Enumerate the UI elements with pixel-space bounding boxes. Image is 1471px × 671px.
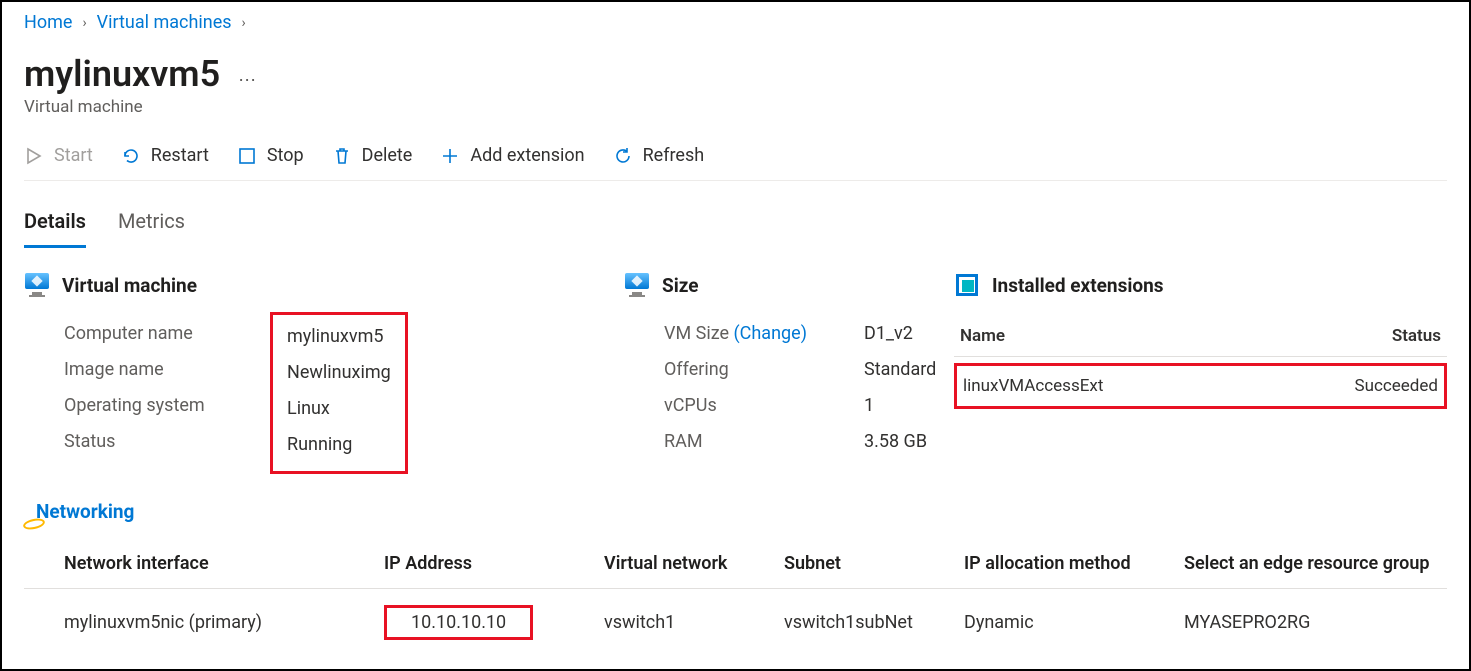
- net-vnet-value: vswitch1: [604, 612, 784, 633]
- net-subnet-value: vswitch1subNet: [784, 612, 964, 633]
- label-status: Status: [64, 424, 284, 460]
- restart-icon: [121, 146, 141, 166]
- net-col-nic: Network interface: [24, 553, 384, 574]
- restart-button[interactable]: Restart: [121, 145, 209, 166]
- stop-button[interactable]: Stop: [237, 145, 304, 166]
- value-vcpus: 1: [864, 388, 936, 424]
- ext-status-value: Succeeded: [1355, 376, 1438, 396]
- value-offering: Standard: [864, 352, 936, 388]
- start-button: Start: [24, 145, 93, 166]
- section-networking-label: Networking: [36, 500, 134, 523]
- refresh-label: Refresh: [643, 145, 705, 166]
- net-col-erg: Select an edge resource group: [1184, 553, 1447, 574]
- section-extensions-label: Installed extensions: [992, 274, 1164, 297]
- stop-label: Stop: [267, 145, 304, 166]
- extensions-table-row[interactable]: linuxVMAccessExt Succeeded: [954, 363, 1447, 409]
- vm-monitor-icon: [24, 272, 50, 298]
- net-col-subnet: Subnet: [784, 553, 964, 574]
- label-vm-size: VM Size: [664, 323, 734, 344]
- tab-strip: Details Metrics: [24, 203, 1447, 248]
- section-virtual-machine: Virtual machine: [24, 272, 624, 298]
- ext-name-value: linuxVMAccessExt: [963, 376, 1103, 396]
- net-col-alloc: IP allocation method: [964, 553, 1184, 574]
- ext-col-name: Name: [960, 326, 1005, 346]
- label-computer-name: Computer name: [64, 316, 284, 352]
- net-alloc-value: Dynamic: [964, 612, 1184, 633]
- value-ram: 3.58 GB: [864, 424, 936, 460]
- restart-label: Restart: [151, 145, 209, 166]
- net-ip-value: 10.10.10.10: [384, 605, 533, 640]
- net-col-vnet: Virtual network: [604, 553, 784, 574]
- trash-icon: [332, 146, 352, 166]
- value-status: Running: [287, 427, 391, 463]
- section-vm-label: Virtual machine: [62, 274, 197, 297]
- resource-type-label: Virtual machine: [24, 97, 1447, 117]
- net-col-ip: IP Address: [384, 553, 604, 574]
- extensions-table-header: Name Status: [954, 316, 1447, 357]
- breadcrumb-vm-list[interactable]: Virtual machines: [97, 12, 232, 33]
- more-actions-button[interactable]: ⋯: [238, 70, 258, 97]
- section-size-label: Size: [662, 274, 699, 297]
- size-monitor-icon: [624, 272, 650, 298]
- breadcrumb: Home › Virtual machines ›: [24, 12, 1447, 33]
- refresh-icon: [613, 146, 633, 166]
- breadcrumb-home[interactable]: Home: [24, 12, 72, 33]
- vm-values-highlight: mylinuxvm5 Newlinuximg Linux Running: [270, 312, 408, 474]
- value-image-name: Newlinuximg: [287, 355, 391, 391]
- play-icon: [24, 146, 44, 166]
- net-erg-value: MYASEPRO2RG: [1184, 612, 1447, 633]
- section-networking[interactable]: Networking: [24, 500, 624, 523]
- section-size: Size: [624, 272, 954, 298]
- chevron-right-icon: ›: [82, 15, 86, 31]
- ext-col-status: Status: [1392, 326, 1441, 346]
- value-computer-name: mylinuxvm5: [287, 319, 391, 355]
- label-vcpus: vCPUs: [664, 388, 864, 424]
- page-title: mylinuxvm5: [24, 53, 220, 95]
- label-image-name: Image name: [64, 352, 284, 388]
- delete-button[interactable]: Delete: [332, 145, 413, 166]
- network-table-row[interactable]: mylinuxvm5nic (primary) 10.10.10.10 vswi…: [24, 589, 1447, 640]
- change-size-link[interactable]: (Change): [734, 323, 807, 344]
- plus-icon: [440, 146, 460, 166]
- add-extension-label: Add extension: [470, 145, 584, 166]
- label-ram: RAM: [664, 424, 864, 460]
- network-table-header: Network interface IP Address Virtual net…: [24, 553, 1447, 589]
- tab-metrics[interactable]: Metrics: [118, 203, 185, 248]
- add-extension-button[interactable]: Add extension: [440, 145, 584, 166]
- delete-label: Delete: [362, 145, 413, 166]
- label-offering: Offering: [664, 352, 864, 388]
- command-bar: Start Restart Stop Delete Add extension …: [24, 145, 1447, 181]
- value-os: Linux: [287, 391, 391, 427]
- chevron-right-icon: ›: [242, 15, 246, 31]
- extensions-icon: [954, 272, 980, 298]
- refresh-button[interactable]: Refresh: [613, 145, 705, 166]
- label-os: Operating system: [64, 388, 284, 424]
- value-vm-size: D1_v2: [864, 316, 936, 352]
- stop-icon: [237, 146, 257, 166]
- start-label: Start: [54, 145, 93, 166]
- net-nic-value: mylinuxvm5nic (primary): [24, 612, 384, 633]
- tab-details[interactable]: Details: [24, 203, 86, 248]
- section-extensions: Installed extensions: [954, 272, 1447, 298]
